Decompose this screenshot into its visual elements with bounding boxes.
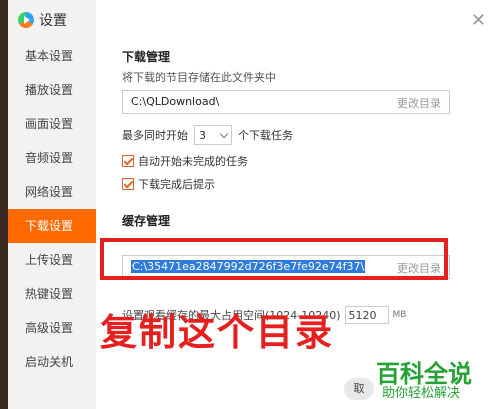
auto-start-label: 自动开始未完成的任务	[138, 155, 248, 168]
sidebar: 设置 基本设置 播放设置 画面设置 音频设置 网络设置 下载设置 上传设置 热键…	[8, 0, 96, 409]
notify-row[interactable]: 下载完成后提示	[122, 176, 215, 192]
cache-section-title: 缓存管理	[122, 214, 171, 228]
cache-size-input[interactable]: 5120	[344, 306, 389, 324]
download-section-title: 下载管理	[122, 50, 171, 64]
concurrent-select[interactable]: 3	[194, 125, 232, 145]
concurrent-suffix: 个下载任务	[238, 129, 293, 142]
concurrent-row: 最多同时开始 3 个下载任务	[122, 125, 293, 145]
chevron-down-icon	[219, 129, 229, 138]
app-logo-icon	[18, 12, 34, 28]
auto-start-checkbox[interactable]	[122, 155, 134, 167]
concurrent-value: 3	[199, 128, 206, 142]
sidebar-item-playback[interactable]: 播放设置	[8, 73, 96, 107]
sidebar-item-display[interactable]: 画面设置	[8, 107, 96, 141]
sidebar-item-advanced[interactable]: 高级设置	[8, 311, 96, 345]
settings-window: 设置 基本设置 播放设置 画面设置 音频设置 网络设置 下载设置 上传设置 热键…	[0, 0, 500, 409]
notify-label: 下载完成后提示	[138, 178, 215, 191]
sidebar-item-startup[interactable]: 启动关机	[8, 345, 96, 379]
sidebar-item-hotkeys[interactable]: 热键设置	[8, 277, 96, 311]
sidebar-item-basic[interactable]: 基本设置	[8, 39, 96, 73]
watermark: 百科全说 助你轻松解决	[362, 352, 500, 409]
sidebar-item-download[interactable]: 下载设置	[8, 209, 96, 243]
auto-start-row[interactable]: 自动开始未完成的任务	[122, 153, 248, 169]
annotation-highlight-rect	[100, 238, 448, 280]
download-path-field[interactable]: C:\QLDownload\ 更改目录	[122, 90, 450, 114]
annotation-text: 复制这个目录	[100, 311, 334, 354]
download-path-value[interactable]: C:\QLDownload\	[131, 95, 219, 108]
sidebar-item-upload[interactable]: 上传设置	[8, 243, 96, 277]
sidebar-item-network[interactable]: 网络设置	[8, 175, 96, 209]
watermark-subtitle: 助你轻松解决	[382, 386, 461, 401]
cache-size-unit: MB	[392, 310, 407, 320]
concurrent-prefix: 最多同时开始	[122, 129, 188, 142]
notify-checkbox[interactable]	[122, 178, 134, 190]
sidebar-item-audio[interactable]: 音频设置	[8, 141, 96, 175]
sidebar-nav: 基本设置 播放设置 画面设置 音频设置 网络设置 下载设置 上传设置 热键设置 …	[8, 39, 96, 379]
window-title: 设置	[39, 13, 67, 29]
download-change-dir-button[interactable]: 更改目录	[397, 95, 441, 111]
app-logo: 设置	[18, 10, 67, 30]
background-strip	[0, 0, 8, 409]
download-section-desc: 将下载的节目存储在此文件夹中	[122, 71, 276, 84]
